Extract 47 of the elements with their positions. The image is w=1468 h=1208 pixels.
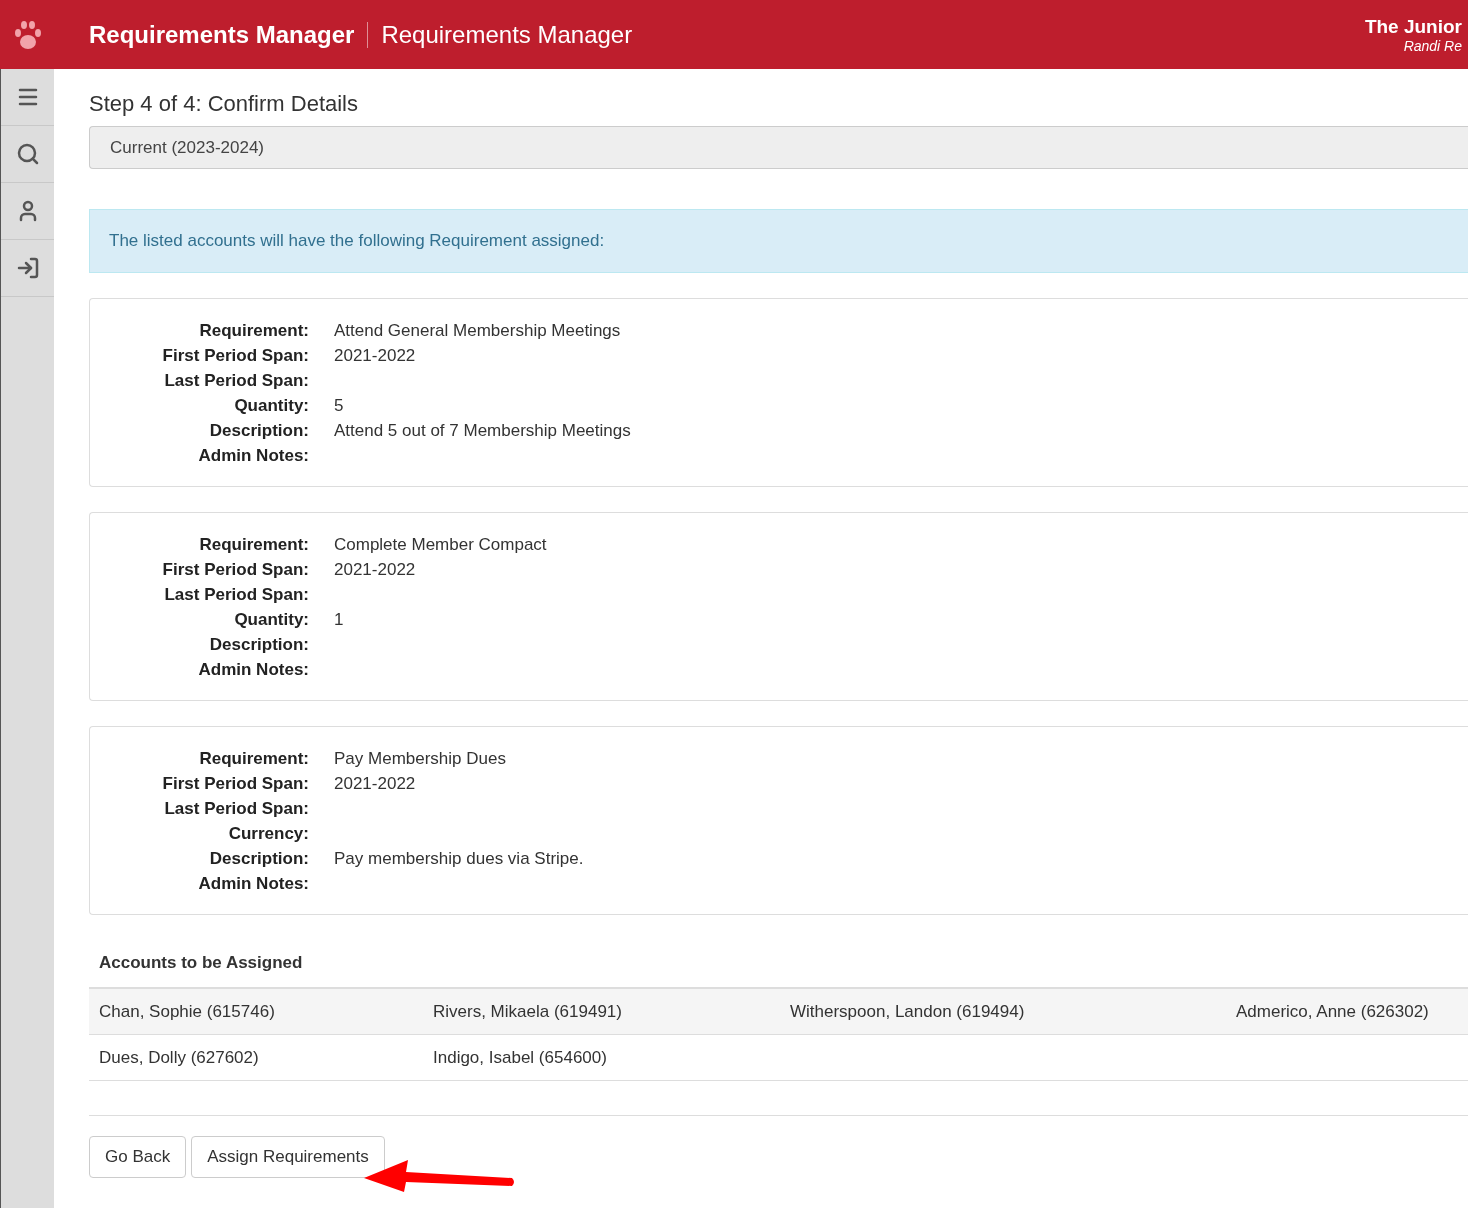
account-cell-text: Indigo, Isabel (654600) bbox=[433, 1047, 608, 1068]
field-value: 1 bbox=[334, 609, 345, 631]
field-value: Attend 5 out of 7 Membership Meetings bbox=[334, 420, 632, 442]
field-label: Requirement: bbox=[198, 320, 309, 342]
organization-name: The Junior bbox=[1364, 15, 1462, 38]
accounts-heading: Accounts to be Assigned bbox=[99, 953, 304, 974]
account-cell-text: Witherspoon, Landon (619494) bbox=[790, 1001, 1026, 1022]
info-alert: The listed accounts will have the following Requirement assigned: bbox=[89, 209, 1468, 273]
search-icon bbox=[15, 142, 40, 166]
field-label: Description: bbox=[208, 848, 309, 870]
field-value: 2021-2022 bbox=[334, 345, 417, 367]
field-label: Admin Notes: bbox=[197, 659, 309, 681]
assign-button[interactable]: Assign Requirements bbox=[191, 1136, 385, 1178]
field-label: First Period Span: bbox=[161, 559, 309, 581]
field-label: Description: bbox=[208, 420, 309, 442]
field-label: First Period Span: bbox=[161, 345, 309, 367]
field-label: Description: bbox=[208, 634, 309, 656]
account-cell-text: Dues, Dolly (627602) bbox=[99, 1047, 260, 1068]
field-value: Attend General Membership Meetings bbox=[334, 320, 622, 342]
field-label: Currency: bbox=[227, 823, 309, 845]
back-button[interactable]: Go Back bbox=[89, 1136, 187, 1178]
field-label: Admin Notes: bbox=[197, 445, 309, 467]
field-label: Admin Notes: bbox=[197, 873, 309, 895]
page-title: Requirements Manager bbox=[381, 20, 633, 49]
field-value: 2021-2022 bbox=[334, 773, 417, 795]
account-cell-text: Rivers, Mikaela (619491) bbox=[433, 1001, 623, 1022]
field-label: Requirement: bbox=[198, 534, 309, 556]
field-label: Quantity: bbox=[233, 395, 309, 417]
field-label: Last Period Span: bbox=[163, 584, 309, 606]
field-label: Requirement: bbox=[198, 748, 309, 770]
field-label: Last Period Span: bbox=[163, 798, 309, 820]
field-label: Quantity: bbox=[233, 609, 309, 631]
field-value: Pay Membership Dues bbox=[334, 748, 507, 770]
field-value: 2021-2022 bbox=[334, 559, 417, 581]
field-value: Complete Member Compact bbox=[334, 534, 548, 556]
field-label: First Period Span: bbox=[161, 773, 309, 795]
app-title[interactable]: Requirements Manager bbox=[89, 20, 355, 49]
field-value: 5 bbox=[334, 395, 345, 417]
account-cell-text: Chan, Sophie (615746) bbox=[99, 1001, 276, 1022]
field-value: Pay membership dues via Stripe. bbox=[334, 848, 585, 870]
step-title: Step 4 of 4: Confirm Details bbox=[89, 91, 359, 117]
period-field[interactable]: Current (2023-2024) bbox=[89, 126, 1468, 169]
paw-logo-icon bbox=[13, 18, 43, 51]
account-cell-text: Admerico, Anne (626302) bbox=[1236, 1001, 1430, 1022]
user-name: Randi Re bbox=[1403, 37, 1462, 54]
sign-in-arrow-icon bbox=[15, 256, 40, 280]
field-label: Last Period Span: bbox=[163, 370, 309, 392]
